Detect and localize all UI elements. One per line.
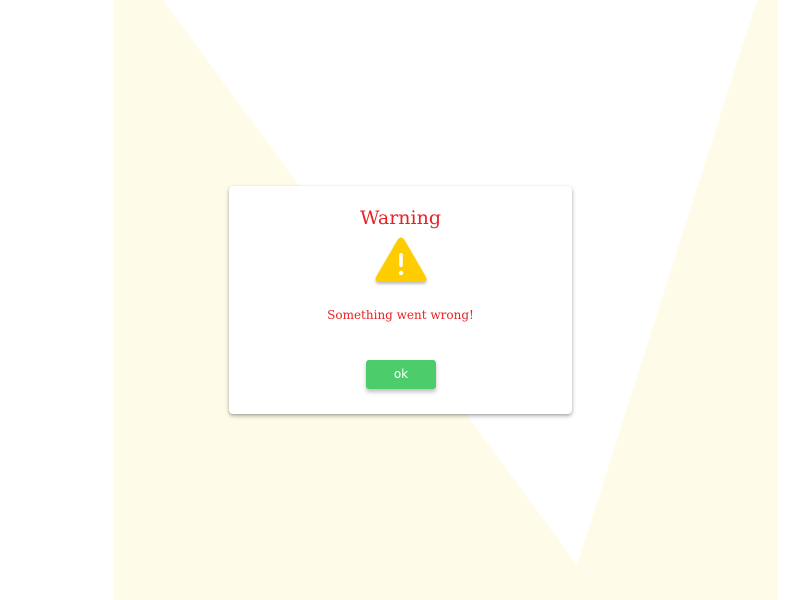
dialog-title: Warning [359, 207, 441, 229]
dialog-message: Something went wrong! [327, 308, 474, 322]
page: Warning Something went wrong! ok [0, 0, 800, 600]
warning-dialog: Warning Something went wrong! ok [229, 186, 572, 414]
ok-button[interactable]: ok [366, 360, 436, 389]
warning-triangle-icon [373, 236, 429, 286]
